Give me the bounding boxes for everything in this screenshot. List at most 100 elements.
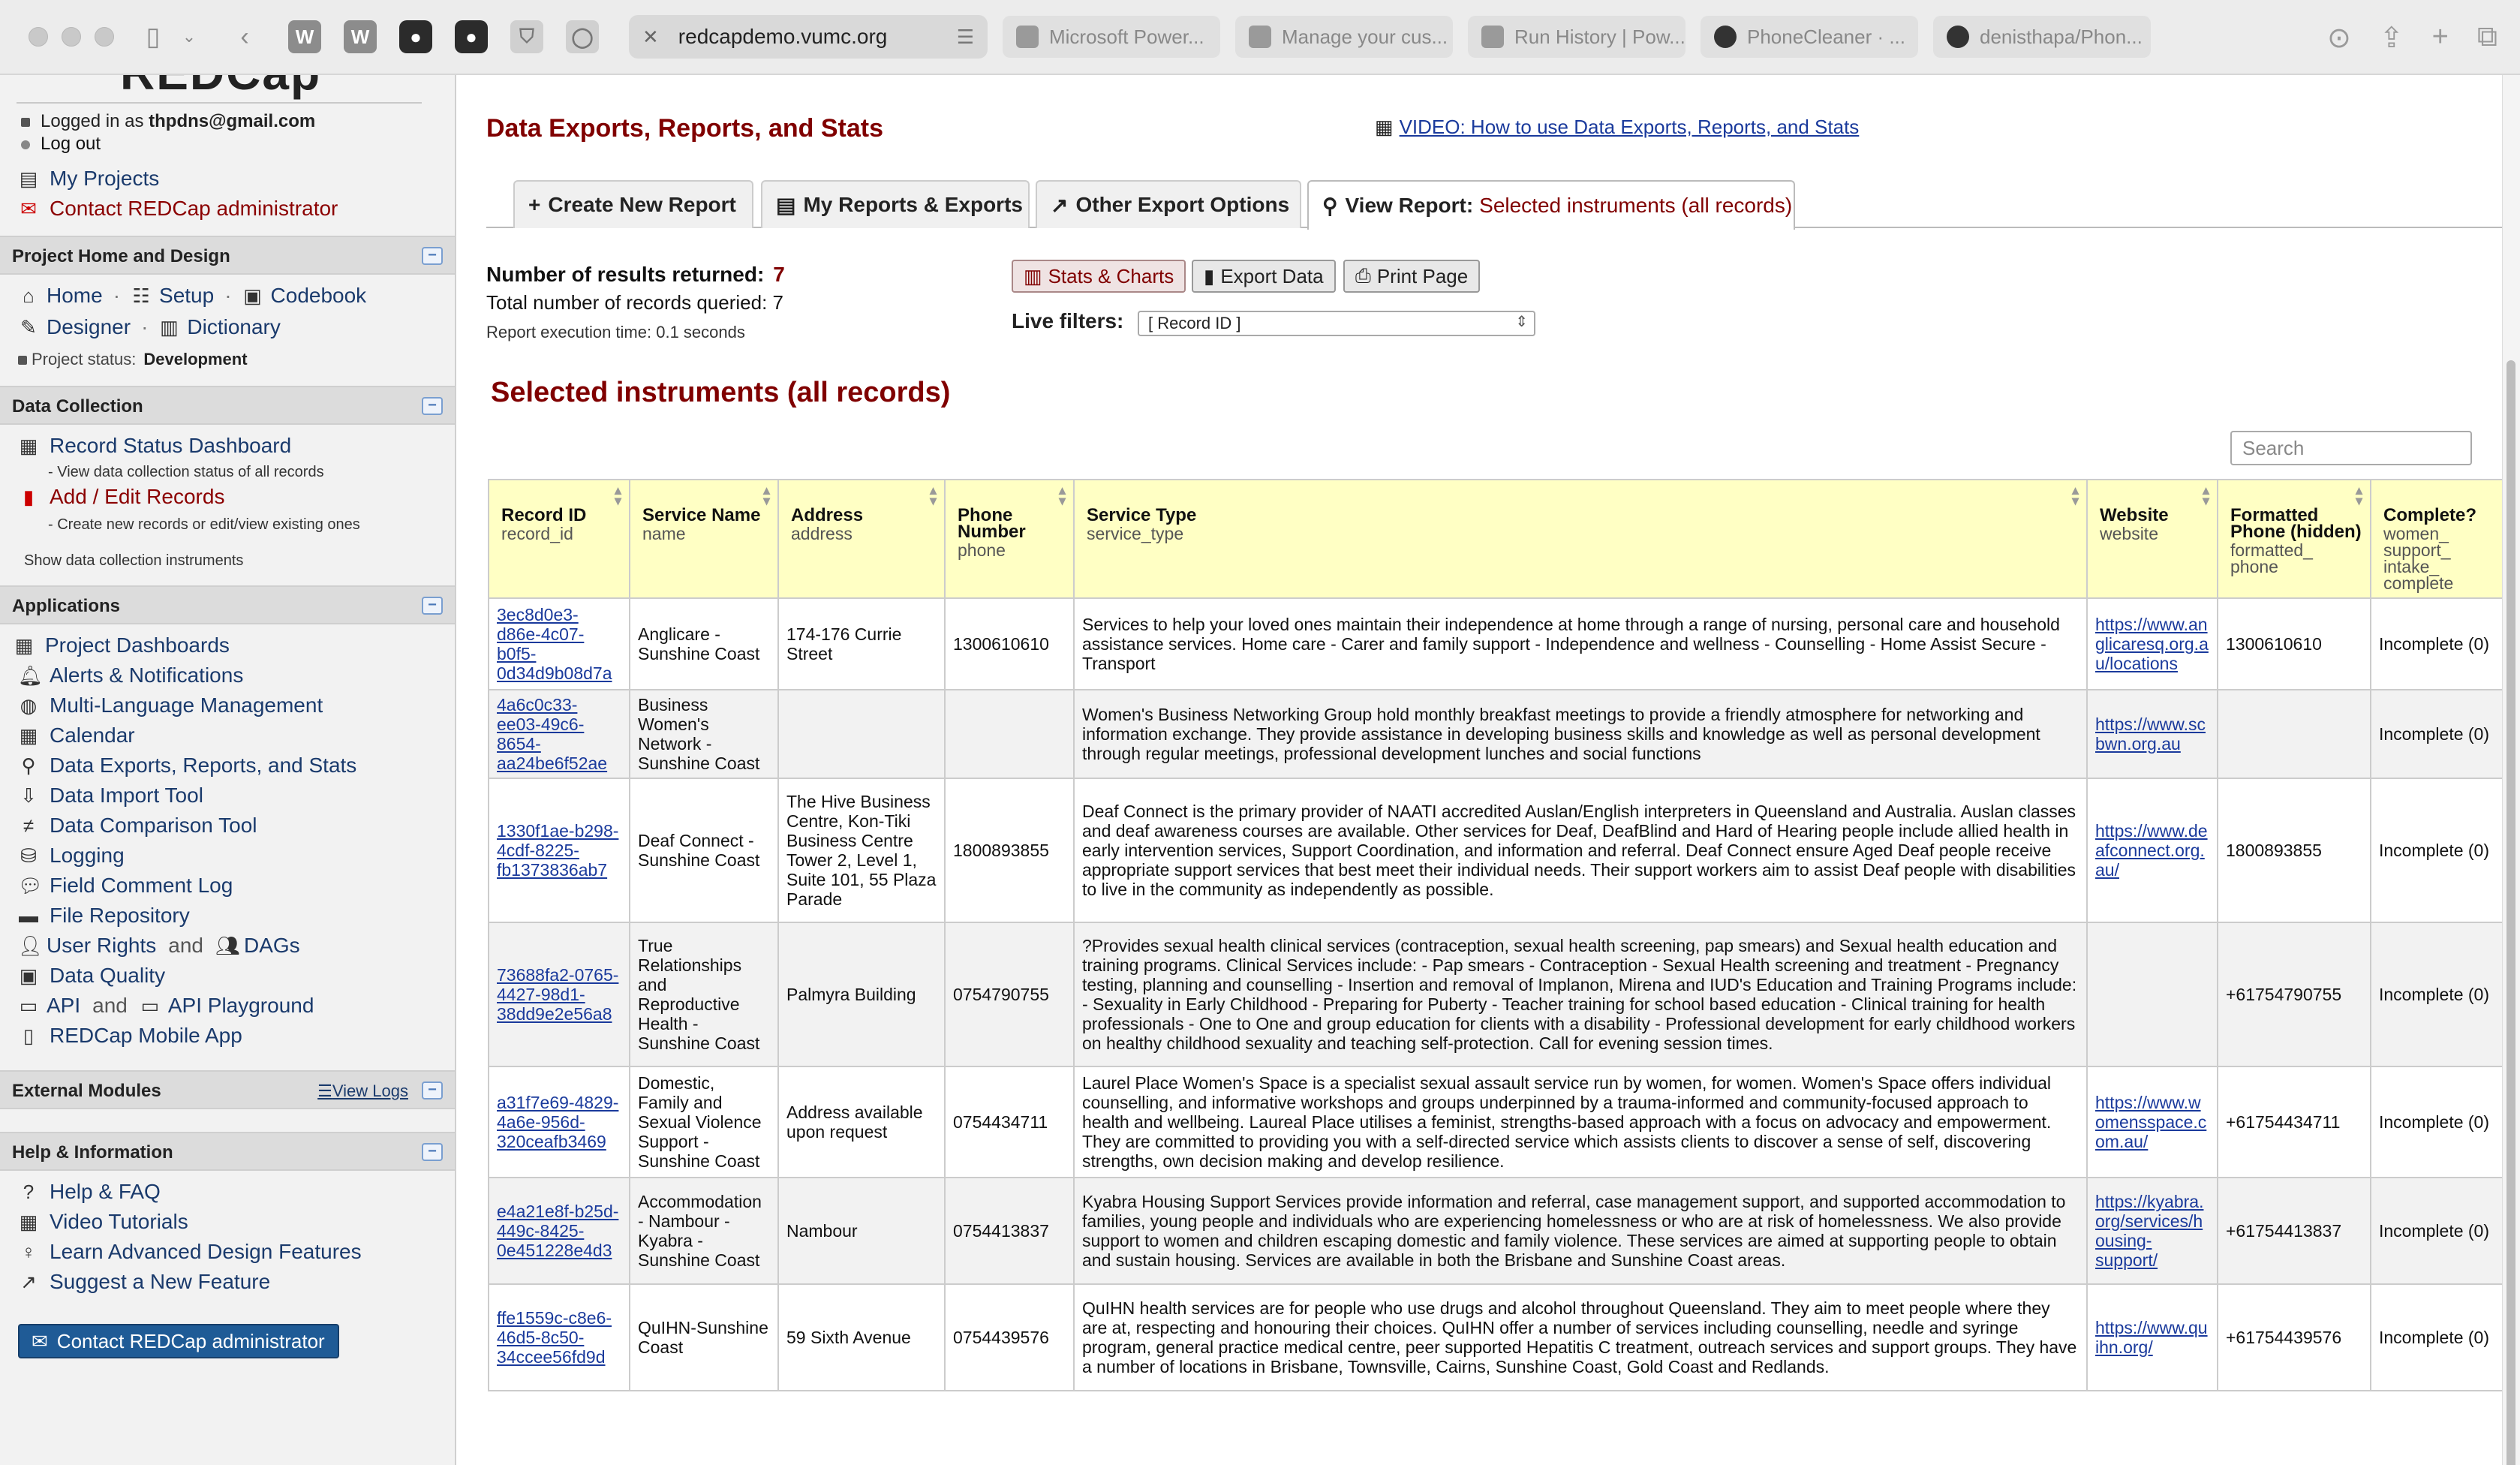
close-tab-icon[interactable]: ✕ xyxy=(642,26,659,49)
website-link[interactable]: https://www.womensspace.com.au/ xyxy=(2095,1093,2206,1151)
app-calendar[interactable]: ▦ Calendar xyxy=(18,723,135,748)
app-project-dashboards[interactable]: ▦ Project Dashboards xyxy=(14,633,230,657)
video-tutorials-link[interactable]: ▦ Video Tutorials xyxy=(18,1210,188,1234)
browser-tab-2[interactable]: Manage your cus... xyxy=(1235,16,1453,58)
show-instruments-link[interactable]: Show data collection instruments xyxy=(24,552,243,570)
record-link[interactable]: ffe1559c-c8e6-46d5-8c50-34ccee56fd9d xyxy=(497,1308,612,1367)
home-link[interactable]: Home xyxy=(47,284,103,308)
column-header[interactable]: Complete? women_ support_ intake_ complet… xyxy=(2370,479,2503,599)
sort-icon[interactable]: ▴ ▾ xyxy=(763,483,770,507)
app-logging[interactable]: ⛁ Logging xyxy=(18,844,125,868)
website-link[interactable]: https://www.quihn.org/ xyxy=(2095,1318,2208,1357)
api-playground-link[interactable]: API Playground xyxy=(168,994,314,1018)
app-multi-language[interactable]: ◍ Multi-Language Management xyxy=(18,693,323,717)
app-alerts[interactable]: 🔔︎ Alerts & Notifications xyxy=(18,663,243,687)
advanced-design-link[interactable]: ♀ Learn Advanced Design Features xyxy=(18,1240,361,1264)
browser-tab-1[interactable]: Microsoft Power... xyxy=(1003,16,1220,58)
column-header[interactable]: Service Type service_type ▴ ▾ xyxy=(1073,479,2088,599)
collapse-icon[interactable]: − xyxy=(422,247,443,265)
live-filter-select[interactable]: [ Record ID ] ⇕ xyxy=(1138,311,1535,336)
chevron-down-icon[interactable]: ⌄ xyxy=(173,20,206,53)
stats-charts-button[interactable]: ▥ Stats & Charts xyxy=(1012,260,1186,293)
tab-view-report[interactable]: ⚲ View Report: Selected instruments (all r… xyxy=(1307,180,1795,230)
sort-icon[interactable]: ▴ ▾ xyxy=(2203,483,2209,507)
sort-icon[interactable]: ▴ ▾ xyxy=(930,483,937,507)
contact-admin-button[interactable]: ✉ Contact REDCap administrator xyxy=(18,1324,339,1358)
record-link[interactable]: a31f7e69-4829-4a6e-956d-320ceafb3469 xyxy=(497,1093,618,1151)
section-help[interactable]: Help & Information − xyxy=(0,1132,455,1171)
sort-icon[interactable]: ▴ ▾ xyxy=(1059,483,1066,507)
browser-tab-4[interactable]: PhoneCleaner · ... xyxy=(1701,16,1918,58)
sort-icon[interactable]: ▴ ▾ xyxy=(2356,483,2362,507)
collapse-icon[interactable]: − xyxy=(422,597,443,615)
api-link[interactable]: API xyxy=(47,994,80,1018)
help-faq-link[interactable]: ? Help & FAQ xyxy=(18,1180,161,1204)
close-window-button[interactable] xyxy=(29,27,48,47)
sidebar-toggle-icon[interactable]: ▯ xyxy=(137,20,170,53)
video-link[interactable]: ▦ VIDEO: How to use Data Exports, Reports… xyxy=(1375,116,1859,139)
website-link[interactable]: https://www.scbwn.org.au xyxy=(2095,714,2206,754)
app-data-exports[interactable]: ⚲ Data Exports, Reports, and Stats xyxy=(18,754,356,778)
pinned-tab-w2-icon[interactable]: W xyxy=(344,20,377,53)
section-external-modules[interactable]: External Modules ☰View Logs − xyxy=(0,1070,455,1109)
share-icon[interactable]: ⇪ xyxy=(2380,21,2404,55)
record-link[interactable]: 3ec8d0e3-d86e-4c07-b0f5-0d34d9b08d7a xyxy=(497,605,612,683)
dictionary-link[interactable]: Dictionary xyxy=(187,315,280,339)
setup-link[interactable]: Setup xyxy=(159,284,214,308)
search-input[interactable]: Search xyxy=(2230,431,2472,465)
user-rights-link[interactable]: User Rights xyxy=(47,934,156,958)
sort-icon[interactable]: ▴ ▾ xyxy=(2072,483,2079,507)
designer-link[interactable]: Designer xyxy=(47,315,131,339)
app-mobile-app[interactable]: ▯ REDCap Mobile App xyxy=(18,1024,242,1048)
pinned-tab-github2-icon[interactable]: ● xyxy=(455,20,488,53)
suggest-feature-link[interactable]: ↗ Suggest a New Feature xyxy=(18,1270,270,1294)
section-data-collection[interactable]: Data Collection − xyxy=(0,386,455,425)
download-icon[interactable]: ⊙ xyxy=(2327,21,2351,55)
pinned-tab-avatar-icon[interactable]: ◯ xyxy=(566,20,599,53)
tab-overview-icon[interactable]: ⧉ xyxy=(2477,21,2497,55)
sort-icon[interactable]: ▴ ▾ xyxy=(615,483,621,507)
website-link[interactable]: https://www.deafconnect.org.au/ xyxy=(2095,821,2208,880)
record-link[interactable]: e4a21e8f-b25d-449c-8425-0e451228e4d3 xyxy=(497,1202,618,1260)
print-page-button[interactable]: ⎙ Print Page xyxy=(1343,260,1481,293)
reader-mode-icon[interactable]: ☰ xyxy=(957,26,974,49)
record-link[interactable]: 73688fa2-0765-4427-98d1-38dd9e2e56a8 xyxy=(497,965,618,1024)
record-status-dashboard-link[interactable]: ▦ Record Status Dashboard xyxy=(18,434,291,458)
website-link[interactable]: https://kyabra.org/services/housing-supp… xyxy=(2095,1192,2203,1270)
view-logs-link[interactable]: ☰View Logs xyxy=(317,1081,408,1101)
browser-tab-3[interactable]: Run History | Pow... xyxy=(1468,16,1686,58)
new-tab-icon[interactable]: + xyxy=(2432,21,2449,55)
collapse-icon[interactable]: − xyxy=(422,1081,443,1100)
pinned-tab-w1-icon[interactable]: W xyxy=(288,20,321,53)
back-icon[interactable]: ‹ xyxy=(228,20,261,53)
logout-link[interactable]: Log out xyxy=(21,134,101,155)
scrollbar-thumb[interactable] xyxy=(2506,360,2515,1465)
column-header[interactable]: Record ID record_id ▴ ▾ xyxy=(488,479,630,599)
url-bar[interactable]: ✕ redcapdemo.vumc.org ☰ xyxy=(629,15,988,59)
app-data-comparison[interactable]: ≠ Data Comparison Tool xyxy=(18,814,257,838)
tab-my-reports[interactable]: ▤ My Reports & Exports xyxy=(761,180,1030,228)
minimize-window-button[interactable] xyxy=(62,27,81,47)
app-data-quality[interactable]: ▣ Data Quality xyxy=(18,964,165,988)
section-project-home[interactable]: Project Home and Design − xyxy=(0,236,455,275)
dags-link[interactable]: DAGs xyxy=(244,934,300,958)
contact-admin-link[interactable]: ✉ Contact REDCap administrator xyxy=(18,197,338,221)
browser-tab-5[interactable]: denisthapa/Phon... xyxy=(1933,16,2151,58)
column-header[interactable]: Service Name name ▴ ▾ xyxy=(629,479,779,599)
collapse-icon[interactable]: − xyxy=(422,397,443,415)
record-link[interactable]: 1330f1ae-b298-4cdf-8225-fb1373836ab7 xyxy=(497,821,618,880)
column-header[interactable]: Website website ▴ ▾ xyxy=(2086,479,2218,599)
collapse-icon[interactable]: − xyxy=(422,1143,443,1161)
column-header[interactable]: Formatted Phone (hidden) formatted_ phone… xyxy=(2217,479,2371,599)
column-header[interactable]: Address address ▴ ▾ xyxy=(777,479,946,599)
app-file-repository[interactable]: ▬ File Repository xyxy=(18,904,190,928)
app-data-import[interactable]: ⇩ Data Import Tool xyxy=(18,784,203,808)
app-field-comment-log[interactable]: 💬︎ Field Comment Log xyxy=(18,874,233,898)
export-data-button[interactable]: ▮ Export Data xyxy=(1192,260,1336,293)
column-header[interactable]: Phone Number phone ▴ ▾ xyxy=(944,479,1075,599)
zoom-window-button[interactable] xyxy=(95,27,114,47)
vertical-scrollbar[interactable] xyxy=(2502,75,2520,1465)
website-link[interactable]: https://www.anglicaresq.org.au/locations xyxy=(2095,615,2209,673)
my-projects-link[interactable]: ▤ My Projects xyxy=(18,167,160,191)
tab-create-new-report[interactable]: + Create New Report xyxy=(513,180,753,228)
